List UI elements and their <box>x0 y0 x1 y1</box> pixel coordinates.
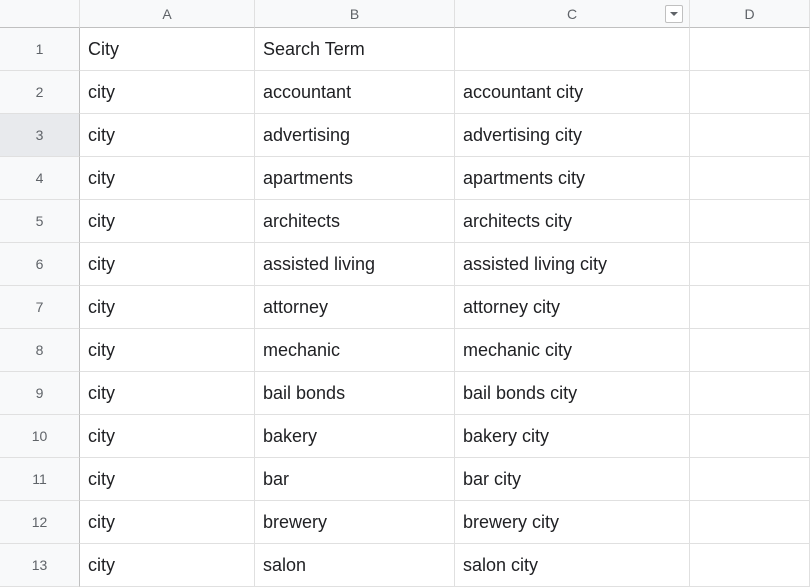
table-row: 11citybarbar city <box>0 458 810 501</box>
table-row: 2cityaccountantaccountant city <box>0 71 810 114</box>
table-row: 8citymechanicmechanic city <box>0 329 810 372</box>
column-header-c[interactable]: C <box>455 0 690 28</box>
cell[interactable]: city <box>80 415 255 458</box>
cell[interactable]: assisted living city <box>455 243 690 286</box>
cell[interactable] <box>690 501 810 544</box>
cell[interactable]: bail bonds city <box>455 372 690 415</box>
cell[interactable]: city <box>80 501 255 544</box>
cell[interactable]: salon city <box>455 544 690 587</box>
cell[interactable]: city <box>80 71 255 114</box>
select-all-corner[interactable] <box>0 0 80 28</box>
table-row: 7cityattorneyattorney city <box>0 286 810 329</box>
cell[interactable] <box>690 544 810 587</box>
cell[interactable]: city <box>80 114 255 157</box>
cell[interactable]: bail bonds <box>255 372 455 415</box>
cell[interactable]: advertising city <box>455 114 690 157</box>
cell[interactable] <box>690 415 810 458</box>
cell[interactable]: bakery <box>255 415 455 458</box>
table-row: 9citybail bondsbail bonds city <box>0 372 810 415</box>
cell[interactable] <box>690 372 810 415</box>
row-header[interactable]: 12 <box>0 501 80 544</box>
row-header[interactable]: 4 <box>0 157 80 200</box>
table-row: 1CitySearch Term <box>0 28 810 71</box>
cell[interactable]: City <box>80 28 255 71</box>
cell[interactable] <box>690 286 810 329</box>
cell[interactable] <box>690 458 810 501</box>
cell[interactable] <box>690 114 810 157</box>
row-header[interactable]: 6 <box>0 243 80 286</box>
cell[interactable] <box>455 28 690 71</box>
cell[interactable] <box>690 329 810 372</box>
cell[interactable]: attorney <box>255 286 455 329</box>
row-header[interactable]: 10 <box>0 415 80 458</box>
table-row: 12citybrewerybrewery city <box>0 501 810 544</box>
column-header-c-label: C <box>567 6 577 22</box>
cell[interactable]: mechanic <box>255 329 455 372</box>
cell[interactable]: mechanic city <box>455 329 690 372</box>
cell[interactable]: city <box>80 372 255 415</box>
cell[interactable]: brewery <box>255 501 455 544</box>
cell[interactable]: brewery city <box>455 501 690 544</box>
column-header-b[interactable]: B <box>255 0 455 28</box>
cell[interactable]: bakery city <box>455 415 690 458</box>
cell[interactable]: city <box>80 243 255 286</box>
cell[interactable]: accountant city <box>455 71 690 114</box>
spreadsheet: A B C D 1CitySearch Term2cityaccountanta… <box>0 0 810 586</box>
filter-dropdown-icon[interactable] <box>665 5 683 23</box>
row-header[interactable]: 11 <box>0 458 80 501</box>
cell[interactable] <box>690 28 810 71</box>
cell[interactable]: city <box>80 458 255 501</box>
cell[interactable]: bar <box>255 458 455 501</box>
row-header[interactable]: 7 <box>0 286 80 329</box>
row-header[interactable]: 1 <box>0 28 80 71</box>
spreadsheet-body: 1CitySearch Term2cityaccountantaccountan… <box>0 28 810 587</box>
column-headers-row: A B C D <box>0 0 810 28</box>
row-header[interactable]: 5 <box>0 200 80 243</box>
column-header-a[interactable]: A <box>80 0 255 28</box>
row-header[interactable]: 8 <box>0 329 80 372</box>
table-row: 5cityarchitectsarchitects city <box>0 200 810 243</box>
table-row: 4cityapartmentsapartments city <box>0 157 810 200</box>
cell[interactable]: accountant <box>255 71 455 114</box>
cell[interactable]: city <box>80 200 255 243</box>
cell[interactable] <box>690 157 810 200</box>
cell[interactable]: architects <box>255 200 455 243</box>
table-row: 6cityassisted livingassisted living city <box>0 243 810 286</box>
table-row: 10citybakerybakery city <box>0 415 810 458</box>
cell[interactable]: city <box>80 329 255 372</box>
cell[interactable] <box>690 243 810 286</box>
cell[interactable]: apartments city <box>455 157 690 200</box>
cell[interactable] <box>690 71 810 114</box>
cell[interactable]: apartments <box>255 157 455 200</box>
table-row: 3cityadvertisingadvertising city <box>0 114 810 157</box>
cell[interactable]: city <box>80 157 255 200</box>
cell[interactable]: advertising <box>255 114 455 157</box>
row-header[interactable]: 2 <box>0 71 80 114</box>
cell[interactable]: city <box>80 286 255 329</box>
cell[interactable]: city <box>80 544 255 587</box>
column-header-d[interactable]: D <box>690 0 810 28</box>
cell[interactable]: architects city <box>455 200 690 243</box>
cell[interactable]: Search Term <box>255 28 455 71</box>
row-header[interactable]: 3 <box>0 114 80 157</box>
row-header[interactable]: 9 <box>0 372 80 415</box>
row-header[interactable]: 13 <box>0 544 80 587</box>
cell[interactable]: attorney city <box>455 286 690 329</box>
cell[interactable]: bar city <box>455 458 690 501</box>
cell[interactable]: assisted living <box>255 243 455 286</box>
cell[interactable] <box>690 200 810 243</box>
cell[interactable]: salon <box>255 544 455 587</box>
table-row: 13citysalonsalon city <box>0 544 810 587</box>
